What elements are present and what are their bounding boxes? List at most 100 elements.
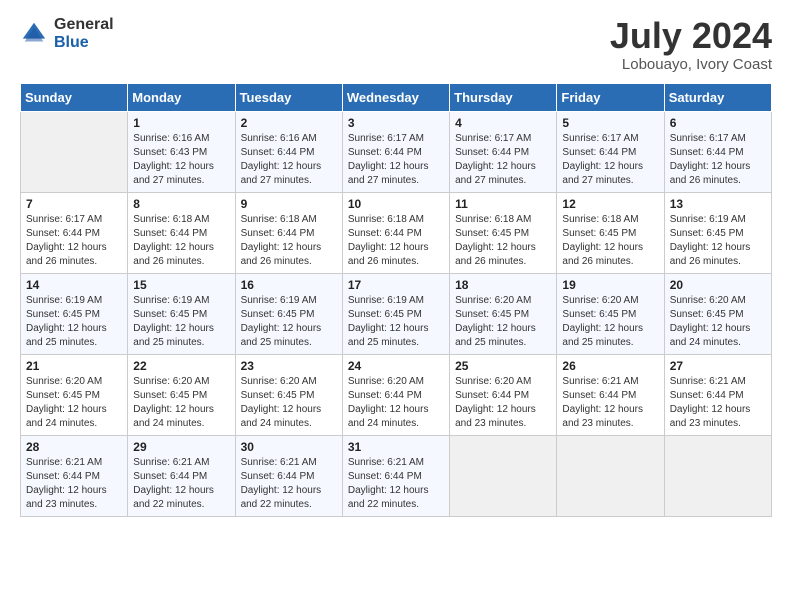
day-info: Sunrise: 6:20 AMSunset: 6:45 PMDaylight:… <box>562 294 658 350</box>
calendar-cell: 17 Sunrise: 6:19 AMSunset: 6:45 PMDayligh… <box>342 273 449 354</box>
logo-blue-text: Blue <box>54 34 114 52</box>
calendar-cell: 3Sunrise: 6:17 AMSunset: 6:44 PMDaylight… <box>342 111 449 192</box>
day-number: 6 <box>670 116 766 130</box>
logo-text: General Blue <box>54 16 114 51</box>
weekday-header: Monday <box>128 83 235 111</box>
day-number: 12 <box>562 197 658 211</box>
day-number: 7 <box>26 197 122 211</box>
calendar-cell: 14 Sunrise: 6:19 AMSunset: 6:45 PMDayligh… <box>21 273 128 354</box>
day-info: Sunrise: 6:20 AMSunset: 6:45 PMDaylight:… <box>133 375 229 431</box>
weekday-header: Sunday <box>21 83 128 111</box>
day-number: 1 <box>133 116 229 130</box>
day-info: Sunrise: 6:20 AMSunset: 6:44 PMDaylight:… <box>348 375 444 431</box>
day-number: 25 <box>455 359 551 373</box>
calendar-cell: 11 Sunrise: 6:18 AMSunset: 6:45 PMDayligh… <box>450 192 557 273</box>
weekday-header: Wednesday <box>342 83 449 111</box>
calendar-cell: 30Sunrise: 6:21 AMSunset: 6:44 PMDayligh… <box>235 435 342 516</box>
day-info: Sunrise: 6:20 AMSunset: 6:45 PMDaylight:… <box>670 294 766 350</box>
title-block: July 2024 Lobouayo, Ivory Coast <box>610 16 772 73</box>
day-number: 29 <box>133 440 229 454</box>
weekday-header: Tuesday <box>235 83 342 111</box>
day-info: Sunrise: 6:21 AMSunset: 6:44 PMDaylight:… <box>26 456 122 512</box>
day-number: 2 <box>241 116 337 130</box>
day-number: 27 <box>670 359 766 373</box>
day-info: Sunrise: 6:19 AMSunset: 6:45 PMDaylight:… <box>26 294 122 350</box>
calendar-cell: 15 Sunrise: 6:19 AMSunset: 6:45 PMDayligh… <box>128 273 235 354</box>
calendar-cell: 19Sunrise: 6:20 AMSunset: 6:45 PMDayligh… <box>557 273 664 354</box>
day-info: Sunrise: 6:21 AMSunset: 6:44 PMDaylight:… <box>133 456 229 512</box>
calendar-cell: 2 Sunrise: 6:16 AMSunset: 6:44 PMDaylight… <box>235 111 342 192</box>
day-info: Sunrise: 6:18 AMSunset: 6:44 PMDaylight:… <box>348 213 444 269</box>
day-info: Sunrise: 6:19 AMSunset: 6:45 PMDaylight:… <box>348 294 444 350</box>
day-number: 5 <box>562 116 658 130</box>
calendar-cell: 6 Sunrise: 6:17 AMSunset: 6:44 PMDaylight… <box>664 111 771 192</box>
calendar-cell: 28Sunrise: 6:21 AMSunset: 6:44 PMDayligh… <box>21 435 128 516</box>
day-number: 10 <box>348 197 444 211</box>
day-info: Sunrise: 6:19 AMSunset: 6:45 PMDaylight:… <box>670 213 766 269</box>
day-number: 9 <box>241 197 337 211</box>
day-info: Sunrise: 6:20 AMSunset: 6:45 PMDaylight:… <box>241 375 337 431</box>
page: General Blue July 2024 Lobouayo, Ivory C… <box>0 0 792 533</box>
day-info: Sunrise: 6:16 AMSunset: 6:44 PMDaylight:… <box>241 132 337 188</box>
day-number: 13 <box>670 197 766 211</box>
calendar-body: 1 Sunrise: 6:16 AMSunset: 6:43 PMDaylight… <box>21 111 772 516</box>
day-info: Sunrise: 6:17 AMSunset: 6:44 PMDaylight:… <box>348 132 444 188</box>
logo-icon <box>20 20 48 48</box>
weekday-header: Friday <box>557 83 664 111</box>
calendar-week-row: 28Sunrise: 6:21 AMSunset: 6:44 PMDayligh… <box>21 435 772 516</box>
calendar-cell <box>21 111 128 192</box>
calendar-cell: 20 Sunrise: 6:20 AMSunset: 6:45 PMDayligh… <box>664 273 771 354</box>
month-year: July 2024 <box>610 16 772 56</box>
day-info: Sunrise: 6:17 AMSunset: 6:44 PMDaylight:… <box>670 132 766 188</box>
day-info: Sunrise: 6:21 AMSunset: 6:44 PMDaylight:… <box>670 375 766 431</box>
day-info: Sunrise: 6:20 AMSunset: 6:45 PMDaylight:… <box>455 294 551 350</box>
day-info: Sunrise: 6:16 AMSunset: 6:43 PMDaylight:… <box>133 132 229 188</box>
calendar-cell: 23Sunrise: 6:20 AMSunset: 6:45 PMDayligh… <box>235 354 342 435</box>
day-info: Sunrise: 6:17 AMSunset: 6:44 PMDaylight:… <box>26 213 122 269</box>
weekday-header: Thursday <box>450 83 557 111</box>
day-number: 31 <box>348 440 444 454</box>
day-number: 4 <box>455 116 551 130</box>
day-info: Sunrise: 6:18 AMSunset: 6:45 PMDaylight:… <box>455 213 551 269</box>
day-number: 11 <box>455 197 551 211</box>
day-number: 18 <box>455 278 551 292</box>
calendar-cell: 27 Sunrise: 6:21 AMSunset: 6:44 PMDayligh… <box>664 354 771 435</box>
calendar-cell: 8Sunrise: 6:18 AMSunset: 6:44 PMDaylight… <box>128 192 235 273</box>
day-number: 17 <box>348 278 444 292</box>
header: General Blue July 2024 Lobouayo, Ivory C… <box>20 16 772 73</box>
day-number: 15 <box>133 278 229 292</box>
calendar-cell: 26Sunrise: 6:21 AMSunset: 6:44 PMDayligh… <box>557 354 664 435</box>
day-info: Sunrise: 6:19 AMSunset: 6:45 PMDaylight:… <box>133 294 229 350</box>
calendar-cell: 25Sunrise: 6:20 AMSunset: 6:44 PMDayligh… <box>450 354 557 435</box>
location: Lobouayo, Ivory Coast <box>610 56 772 73</box>
day-number: 14 <box>26 278 122 292</box>
day-info: Sunrise: 6:18 AMSunset: 6:44 PMDaylight:… <box>133 213 229 269</box>
day-info: Sunrise: 6:19 AMSunset: 6:45 PMDaylight:… <box>241 294 337 350</box>
day-number: 16 <box>241 278 337 292</box>
day-number: 24 <box>348 359 444 373</box>
day-info: Sunrise: 6:18 AMSunset: 6:45 PMDaylight:… <box>562 213 658 269</box>
day-number: 21 <box>26 359 122 373</box>
calendar-cell: 4Sunrise: 6:17 AMSunset: 6:44 PMDaylight… <box>450 111 557 192</box>
calendar-cell: 9Sunrise: 6:18 AMSunset: 6:44 PMDaylight… <box>235 192 342 273</box>
calendar-cell: 31Sunrise: 6:21 AMSunset: 6:44 PMDayligh… <box>342 435 449 516</box>
calendar-cell: 22 Sunrise: 6:20 AMSunset: 6:45 PMDayligh… <box>128 354 235 435</box>
calendar-cell: 1 Sunrise: 6:16 AMSunset: 6:43 PMDaylight… <box>128 111 235 192</box>
calendar-cell: 24 Sunrise: 6:20 AMSunset: 6:44 PMDayligh… <box>342 354 449 435</box>
day-info: Sunrise: 6:20 AMSunset: 6:45 PMDaylight:… <box>26 375 122 431</box>
calendar-header: SundayMondayTuesdayWednesdayThursdayFrid… <box>21 83 772 111</box>
day-number: 26 <box>562 359 658 373</box>
calendar-week-row: 1 Sunrise: 6:16 AMSunset: 6:43 PMDaylight… <box>21 111 772 192</box>
day-number: 22 <box>133 359 229 373</box>
calendar-cell: 18 Sunrise: 6:20 AMSunset: 6:45 PMDayligh… <box>450 273 557 354</box>
calendar-cell: 16 Sunrise: 6:19 AMSunset: 6:45 PMDayligh… <box>235 273 342 354</box>
day-info: Sunrise: 6:17 AMSunset: 6:44 PMDaylight:… <box>562 132 658 188</box>
day-number: 30 <box>241 440 337 454</box>
day-number: 20 <box>670 278 766 292</box>
calendar-week-row: 14 Sunrise: 6:19 AMSunset: 6:45 PMDayligh… <box>21 273 772 354</box>
logo-general-text: General <box>54 16 114 34</box>
calendar-cell: 13 Sunrise: 6:19 AMSunset: 6:45 PMDayligh… <box>664 192 771 273</box>
weekday-row: SundayMondayTuesdayWednesdayThursdayFrid… <box>21 83 772 111</box>
calendar-cell <box>664 435 771 516</box>
calendar-week-row: 7 Sunrise: 6:17 AMSunset: 6:44 PMDaylight… <box>21 192 772 273</box>
